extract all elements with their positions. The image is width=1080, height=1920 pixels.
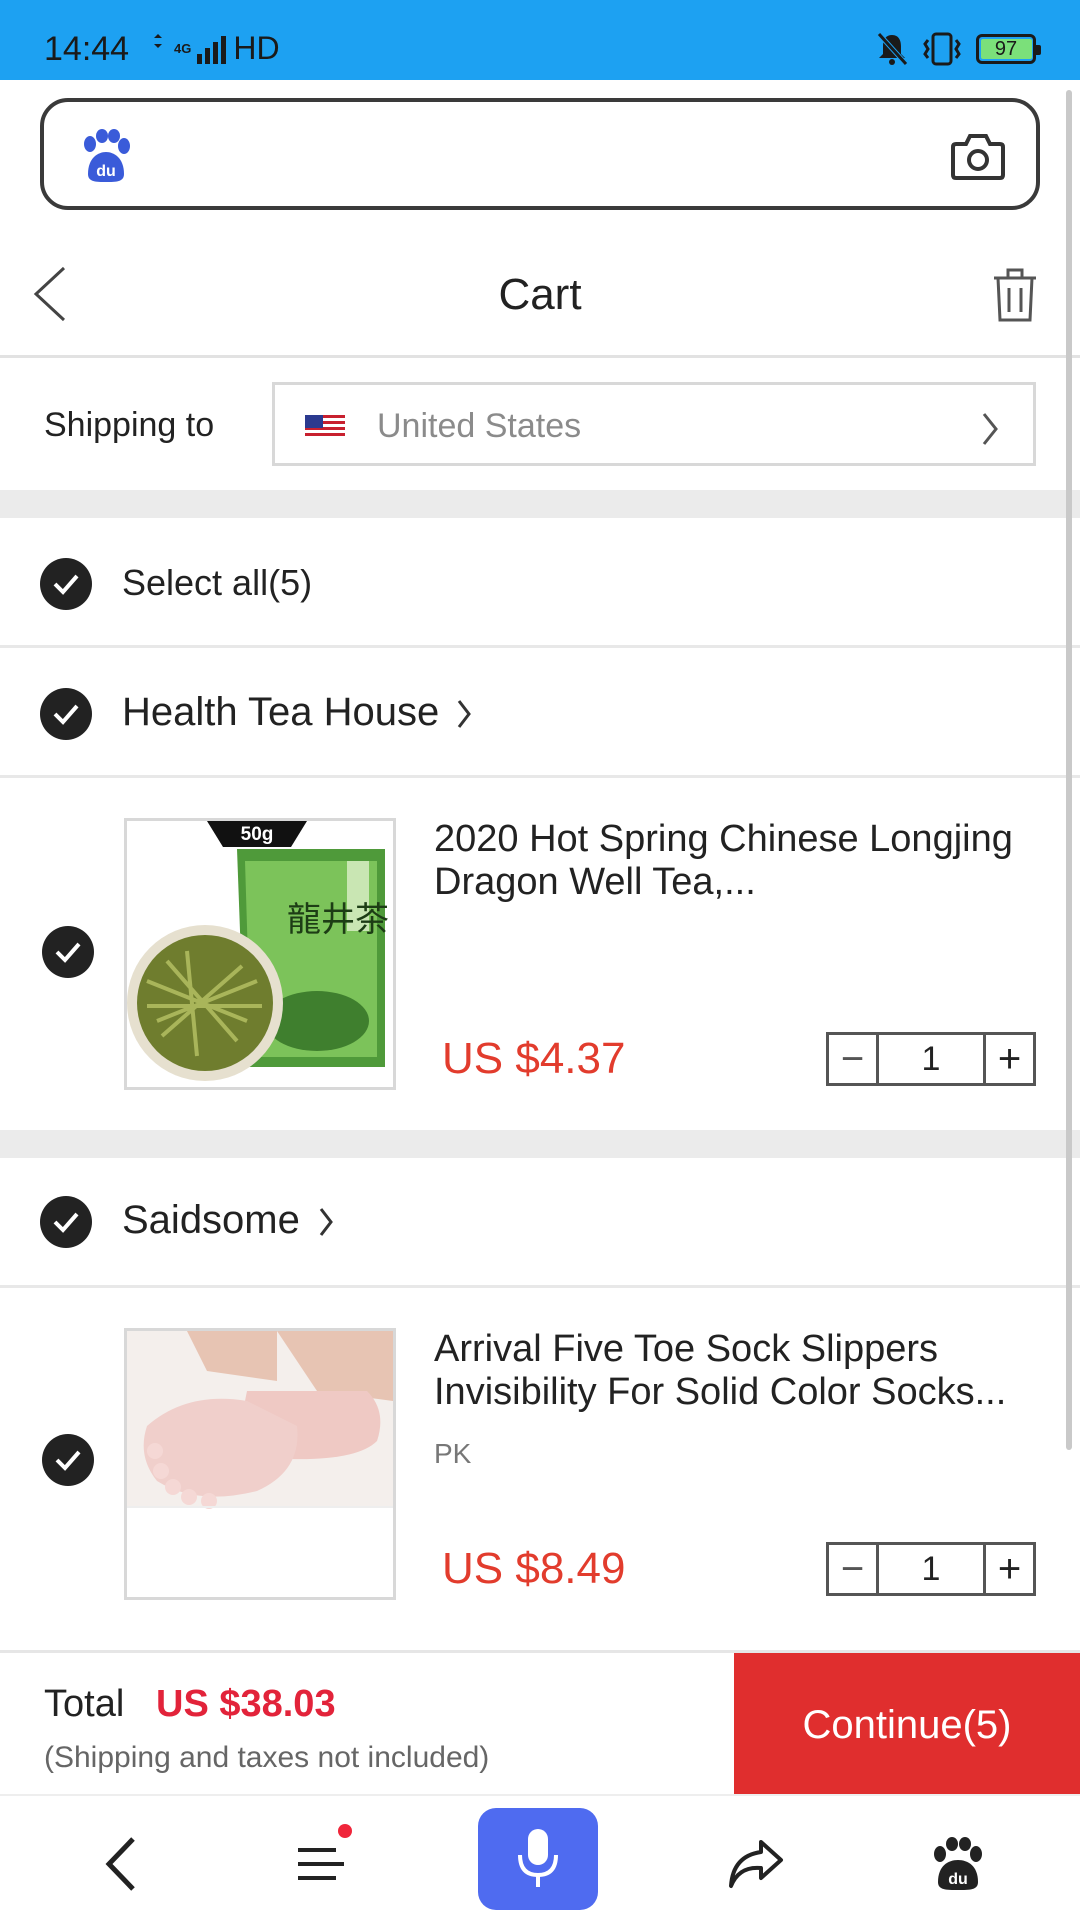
quantity-value[interactable]: 1 [879,1035,983,1083]
notification-dot [338,1824,352,1838]
product-title[interactable]: 2020 Hot Spring Chinese Longjing Dragon … [434,818,1034,904]
checkout-bar: Total US $38.03 (Shipping and taxes not … [0,1650,1080,1797]
menu-icon [298,1848,344,1880]
quantity-value[interactable]: 1 [879,1545,983,1593]
browser-bottom-nav: du [0,1794,1080,1920]
baidu-paw-icon[interactable]: du [78,128,134,184]
nav-baidu-button[interactable]: du [898,1814,1018,1914]
sock-product-image [127,1331,393,1597]
chevron-right-icon [982,413,998,445]
svg-text:du: du [96,163,116,180]
select-all-label: Select all(5) [122,562,313,603]
increase-quantity-button[interactable]: + [983,1035,1033,1083]
microphone-icon [518,1829,558,1887]
increase-quantity-button[interactable]: + [983,1545,1033,1593]
decrease-quantity-button[interactable]: − [829,1035,879,1083]
quantity-stepper: − 1 + [826,1542,1036,1596]
shipping-label: Shipping to [44,406,215,444]
chevron-right-icon[interactable] [456,698,472,730]
select-all-row[interactable]: Select all(5) [0,518,1080,648]
store-name[interactable]: Health Tea House [122,690,439,735]
hd-label: HD [233,30,280,66]
baidu-paw-icon: du [934,1837,982,1890]
share-icon [729,1840,783,1888]
voice-search-button[interactable] [478,1808,598,1910]
product-price: US $4.37 [442,1034,626,1083]
cart-item: Arrival Five Toe Sock Slippers Invisibil… [0,1288,1080,1650]
nav-menu-button[interactable] [262,1814,382,1914]
trash-icon[interactable] [992,266,1038,324]
signal-icon [197,35,227,64]
tea-product-image: 龍井茶 50g [127,821,393,1087]
scrollbar[interactable] [1066,90,1072,1450]
page-title: Cart [498,270,582,319]
item-checkbox[interactable] [42,926,94,978]
section-divider [0,490,1080,518]
store-checkbox[interactable] [40,688,92,740]
us-flag-icon [305,415,345,439]
checkmark-icon [55,1450,81,1471]
tea-caption: 龍井茶 [287,900,389,940]
nav-share-button[interactable] [696,1814,816,1914]
battery-indicator: 97 [976,34,1041,64]
total-amount: US $38.03 [156,1683,336,1725]
camera-icon[interactable] [950,130,1006,182]
product-title[interactable]: Arrival Five Toe Sock Slippers Invisibil… [434,1328,1034,1414]
status-bar: 14:44 4G HD 97 [0,0,1080,80]
battery-level: 97 [994,37,1018,60]
checkmark-icon [53,704,79,725]
network-type: 4G [174,41,192,56]
store-name[interactable]: Saidsome [122,1198,300,1243]
data-arrows-icon [154,33,162,48]
product-image[interactable] [124,1328,396,1600]
decrease-quantity-button[interactable]: − [829,1545,879,1593]
back-icon [105,1837,135,1891]
section-divider [0,1130,1080,1158]
vibrate-icon [923,32,961,66]
network-indicator: 4G HD [148,30,280,67]
search-bar[interactable]: du [40,98,1040,210]
nav-back-button[interactable] [60,1814,180,1914]
checkmark-icon [53,574,79,595]
select-all-checkbox[interactable] [40,558,92,610]
cart-header: Cart [0,230,1080,358]
quantity-stepper: − 1 + [826,1032,1036,1086]
store-row[interactable]: Health Tea House [0,648,1080,778]
shipping-row: Shipping to United States [0,360,1080,490]
cart-item: 龍井茶 50g 2020 Hot Spring Chinese Longjing… [0,778,1080,1130]
product-price: US $8.49 [442,1544,626,1593]
checkmark-icon [55,942,81,963]
weight-badge: 50g [241,824,274,845]
chevron-right-icon[interactable] [318,1206,334,1238]
svg-text:du: du [948,1871,968,1888]
product-sku: PK [434,1438,472,1469]
item-checkbox[interactable] [42,1434,94,1486]
country-value: United States [377,407,582,445]
checkmark-icon [53,1212,79,1233]
store-checkbox[interactable] [40,1196,92,1248]
total-note: (Shipping and taxes not included) [44,1741,490,1774]
status-time: 14:44 [44,30,130,68]
product-image[interactable]: 龍井茶 50g [124,818,396,1090]
store-row[interactable]: Saidsome [0,1158,1080,1288]
continue-button[interactable]: Continue(5) [734,1653,1080,1797]
total-label: Total [44,1683,125,1725]
status-icons: 97 [876,32,1041,66]
bell-off-icon [877,32,908,66]
country-selector[interactable]: United States [272,382,1036,466]
